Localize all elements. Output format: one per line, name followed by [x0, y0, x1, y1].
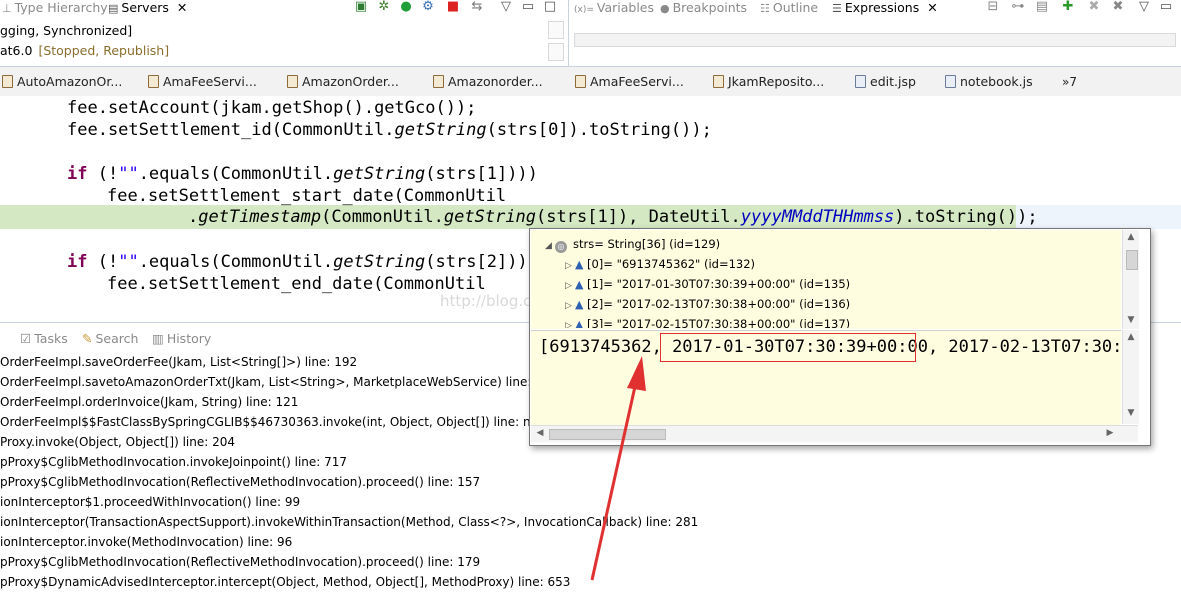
arrow-head: [627, 356, 646, 391]
arrow-shaft: [590, 381, 638, 581]
annotation-arrow: [590, 356, 646, 581]
